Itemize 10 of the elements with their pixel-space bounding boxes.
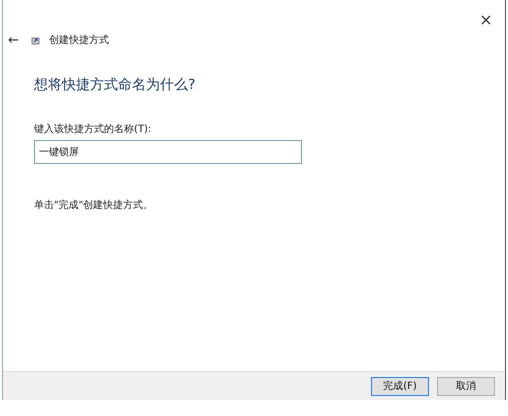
instruction-text: 单击"完成"创建快捷方式。: [34, 198, 154, 212]
name-field[interactable]: 一键锁屏: [34, 140, 302, 164]
cancel-button[interactable]: 取消: [437, 376, 495, 396]
page-heading: 想将快捷方式命名为什么?: [34, 76, 196, 94]
wizard-title: 创建快捷方式: [48, 34, 109, 47]
finish-button[interactable]: 完成(F): [371, 376, 429, 396]
shortcut-icon: [30, 35, 41, 45]
close-button[interactable]: ×: [471, 6, 501, 32]
back-button[interactable]: ←: [8, 32, 19, 48]
field-label: 键入该快捷方式的名称(T):: [34, 122, 152, 136]
